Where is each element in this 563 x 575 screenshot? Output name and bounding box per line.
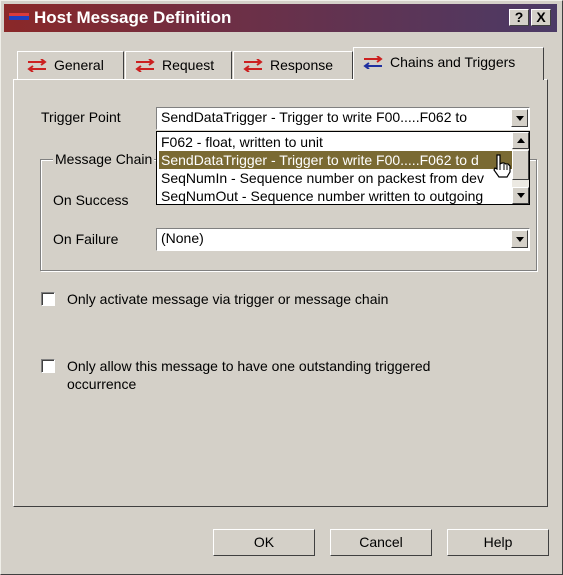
list-item[interactable]: SeqNumOut - Sequence number written to o… [159, 187, 513, 205]
close-button[interactable]: X [531, 9, 551, 26]
trigger-point-combo[interactable]: SendDataTrigger - Trigger to write F00..… [156, 107, 530, 130]
on-failure-value: (None) [161, 230, 204, 246]
only-allow-checkbox[interactable] [41, 359, 55, 373]
swap-arrows-icon [27, 59, 47, 72]
tab-request[interactable]: Request [125, 51, 232, 79]
on-failure-label: On Failure [53, 231, 119, 247]
list-item-selected[interactable]: SendDataTrigger - Trigger to write F00..… [159, 151, 513, 169]
only-activate-label: Only activate message via trigger or mes… [67, 291, 389, 307]
list-item[interactable]: SeqNumIn - Sequence number on packest fr… [159, 169, 513, 187]
ok-button[interactable]: OK [213, 529, 315, 556]
title-bar[interactable]: Host Message Definition ? X [4, 4, 557, 32]
on-failure-combo[interactable]: (None) [156, 228, 530, 251]
chevron-down-icon[interactable] [511, 109, 528, 127]
dialog-window: Host Message Definition ? X General Requ… [0, 0, 563, 575]
tab-general[interactable]: General [17, 51, 124, 79]
help-button[interactable]: Help [447, 529, 549, 556]
tab-label: Chains and Triggers [390, 54, 516, 70]
scroll-thumb[interactable] [512, 150, 529, 180]
only-activate-checkbox[interactable] [41, 292, 55, 306]
chevron-down-icon[interactable] [511, 230, 528, 248]
only-allow-label-line2: occurrence [67, 376, 137, 392]
tab-label: General [54, 57, 104, 73]
only-allow-label-line1: Only allow this message to have one outs… [67, 358, 431, 374]
tab-response[interactable]: Response [233, 51, 353, 79]
hand-cursor-icon [493, 154, 511, 178]
list-item[interactable]: F062 - float, written to unit [159, 133, 513, 151]
app-icon [9, 13, 29, 20]
dropdown-scrollbar[interactable] [512, 132, 529, 204]
swap-arrows-icon [363, 56, 383, 69]
swap-arrows-icon [243, 59, 263, 72]
trigger-point-label: Trigger Point [41, 109, 121, 125]
tab-label: Response [270, 57, 334, 73]
tab-label: Request [162, 57, 215, 73]
tab-chains-and-triggers[interactable]: Chains and Triggers [353, 47, 544, 80]
scroll-up-icon[interactable] [512, 132, 529, 149]
help-title-button[interactable]: ? [509, 9, 529, 26]
swap-arrows-icon [135, 59, 155, 72]
window-title: Host Message Definition [34, 8, 232, 27]
trigger-point-value: SendDataTrigger - Trigger to write F00..… [161, 109, 468, 125]
cancel-button[interactable]: Cancel [330, 529, 432, 556]
on-success-label: On Success [53, 192, 129, 208]
scroll-down-icon[interactable] [512, 187, 529, 204]
trigger-point-dropdown-list[interactable]: F062 - float, written to unit SendDataTr… [156, 131, 530, 205]
message-chain-group-label: Message Chain [53, 151, 155, 167]
